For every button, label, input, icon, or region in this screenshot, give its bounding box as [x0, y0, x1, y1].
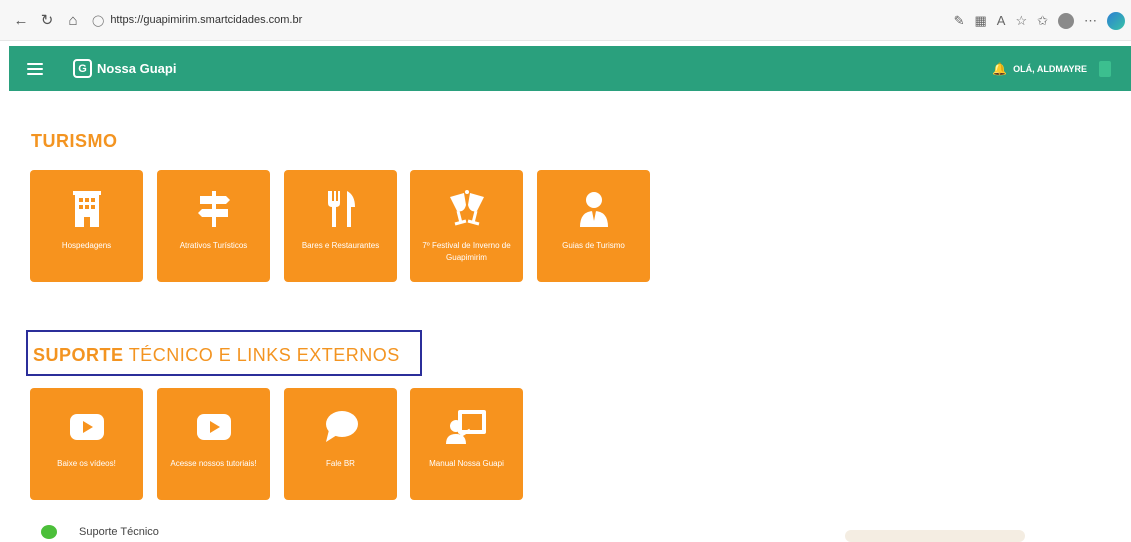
toast-icon: [444, 186, 490, 232]
edge-icon[interactable]: [1107, 11, 1125, 30]
bell-icon[interactable]: 🔔: [992, 62, 1007, 76]
tile-label: Manual Nossa Guapi: [429, 459, 504, 468]
avatar[interactable]: [1099, 60, 1111, 77]
tile-tutoriais[interactable]: Acesse nossos tutoriais!: [157, 388, 270, 500]
tile-label: Acesse nossos tutoriais!: [170, 459, 257, 468]
tile-manual[interactable]: Manual Nossa Guapi: [410, 388, 523, 500]
tile-label: Baixe os vídeos!: [57, 459, 116, 468]
app-name: Nossa Guapi: [97, 61, 177, 76]
title-bold: SUPORTE: [33, 345, 124, 365]
tile-atrativos[interactable]: Atrativos Turísticos: [157, 170, 270, 282]
title-rest: TÉCNICO E LINKS EXTERNOS: [123, 345, 400, 365]
hotel-icon: [72, 186, 102, 232]
chat-icon: [41, 525, 57, 539]
profile-icon[interactable]: [1058, 12, 1074, 29]
tile-label: Guias de Turismo: [562, 241, 625, 250]
back-icon[interactable]: ←: [10, 9, 32, 31]
tile-label: Bares e Restaurantes: [301, 241, 380, 250]
youtube-icon: [69, 404, 104, 450]
tile-festival[interactable]: 7º Festival de Inverno de Guapimirim: [410, 170, 523, 282]
app-header: G Nossa Guapi 🔔 OLÁ, ALDMAYRE: [9, 46, 1131, 91]
support-link[interactable]: Suporte Técnico: [41, 525, 159, 539]
tile-label: Atrativos Turísticos: [179, 241, 248, 250]
tile-bares[interactable]: Bares e Restaurantes: [284, 170, 397, 282]
chat-bubble-icon: [323, 404, 359, 450]
user-menu[interactable]: 🔔 OLÁ, ALDMAYRE: [992, 46, 1111, 91]
read-aloud-icon[interactable]: A: [997, 13, 1006, 28]
star-icon[interactable]: ☆: [1015, 13, 1027, 29]
home-icon[interactable]: ⌂: [62, 9, 84, 31]
tile-guias[interactable]: Guias de Turismo: [537, 170, 650, 282]
logo-icon: G: [73, 59, 92, 78]
browser-toolbar: ← ↻ ⌂ ◯ https://guapimirim.smartcidades.…: [0, 0, 1131, 41]
presentation-icon: [445, 404, 488, 450]
section-title-suporte: SUPORTE TÉCNICO E LINKS EXTERNOS: [33, 345, 400, 366]
address-bar[interactable]: ◯ https://guapimirim.smartcidades.com.br: [92, 7, 322, 33]
support-label: Suporte Técnico: [79, 526, 159, 538]
app-logo[interactable]: G Nossa Guapi: [73, 59, 176, 78]
floating-widget[interactable]: [845, 530, 1025, 542]
url-text: https://guapimirim.smartcidades.com.br: [110, 14, 303, 26]
user-greeting: OLÁ, ALDMAYRE: [1013, 63, 1087, 74]
refresh-icon[interactable]: ↻: [36, 9, 58, 31]
tile-baixe-videos[interactable]: Baixe os vídeos!: [30, 388, 143, 500]
grid-icon[interactable]: ▦: [974, 13, 986, 29]
guide-person-icon: [576, 186, 612, 232]
tile-label: Fale BR: [326, 459, 355, 468]
more-icon[interactable]: ⋯: [1084, 13, 1097, 29]
tile-label: Hospedagens: [61, 241, 112, 250]
youtube-icon: [196, 404, 231, 450]
tile-hospedagens[interactable]: Hospedagens: [30, 170, 143, 282]
reader-icon[interactable]: ✎: [954, 13, 965, 29]
menu-icon[interactable]: [27, 62, 43, 75]
section-title-turismo: TURISMO: [31, 131, 118, 151]
restaurant-icon: [323, 186, 359, 232]
tile-label: 7º Festival de Inverno de Guapimirim: [422, 241, 511, 262]
tile-fale-br[interactable]: Fale BR: [284, 388, 397, 500]
lock-icon: ◯: [92, 14, 105, 27]
signpost-icon: [194, 186, 234, 232]
favorites-icon[interactable]: ✩: [1037, 13, 1048, 29]
